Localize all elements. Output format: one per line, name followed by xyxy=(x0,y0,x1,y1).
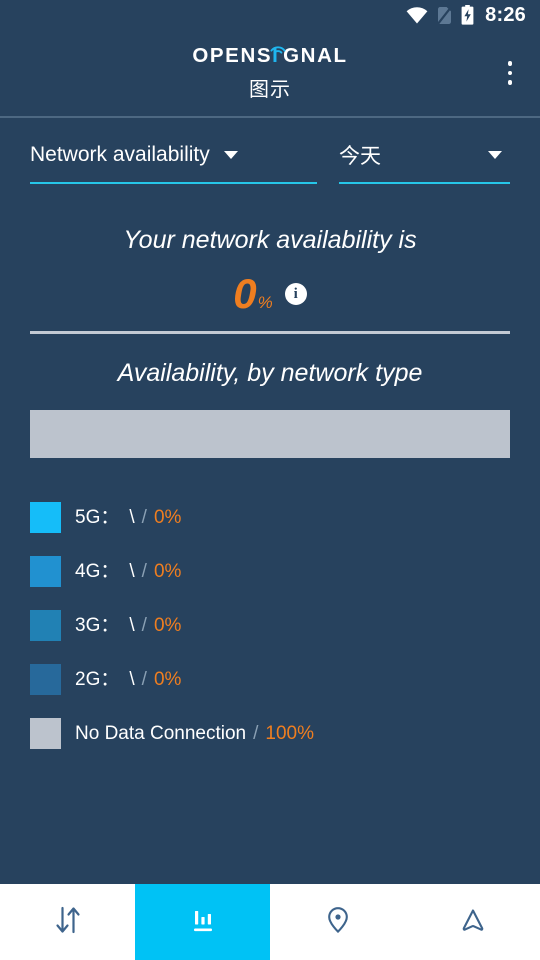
legend-percent-value: 0% xyxy=(153,614,182,636)
nav-item-coverage-map[interactable] xyxy=(270,884,405,960)
metric-dropdown[interactable]: Network availability xyxy=(30,128,317,184)
nav-item-charts[interactable] xyxy=(135,884,270,960)
legend-swatch xyxy=(30,663,61,695)
legend-separator: / xyxy=(141,668,147,690)
network-type-legend: 5G： \/0% 4G： \/0% 3G： \/0% 2G： \/0% No Data Conn… xyxy=(30,490,510,760)
legend-colon: ： xyxy=(100,614,120,636)
legend-swatch xyxy=(30,609,61,641)
main-content: Your network availability is 0 % i Avail… xyxy=(0,194,540,882)
legend-speed-value: \ xyxy=(129,614,135,636)
chevron-down-icon xyxy=(223,151,238,159)
logo-text-suffix: GNAL xyxy=(283,44,348,67)
filter-bar: Network availability 今天 xyxy=(0,118,540,194)
legend-percent-value: 100% xyxy=(265,722,314,744)
legend-text: No Data Connection / 100% xyxy=(75,724,314,743)
availability-headline: Your network availability is xyxy=(123,226,417,254)
legend-separator: / xyxy=(141,506,147,528)
speed-test-icon xyxy=(53,904,83,941)
legend-row[interactable]: 3G： \ / 0% xyxy=(30,598,510,652)
legend-text: 4G： \ / 0% xyxy=(75,562,181,581)
legend-percent-value: 0% xyxy=(153,506,182,528)
chart-section-title: Availability, by network type xyxy=(117,359,423,387)
logo-signal-i: I xyxy=(270,44,286,70)
availability-stacked-bar xyxy=(30,410,510,458)
opensignal-logo: OPENS I GNAL xyxy=(192,44,347,68)
navigation-arrow-icon xyxy=(458,904,488,941)
legend-row[interactable]: No Data Connection / 100% xyxy=(30,706,510,760)
overflow-dot xyxy=(507,70,513,76)
legend-text: 2G： \ / 0% xyxy=(75,670,181,689)
legend-network-name: 3G xyxy=(75,614,101,636)
legend-network-name: 5G xyxy=(75,506,101,528)
legend-percent-value: 0% xyxy=(153,668,182,690)
wifi-icon xyxy=(406,6,428,24)
availability-value-row: 0 % i xyxy=(30,273,510,315)
bottom-navigation xyxy=(0,882,540,960)
period-dropdown-label: 今天 xyxy=(339,145,381,168)
bar-chart-icon xyxy=(188,904,218,941)
period-dropdown[interactable]: 今天 xyxy=(339,128,510,184)
legend-network-name: 4G xyxy=(75,560,101,582)
legend-swatch xyxy=(30,501,61,533)
legend-row[interactable]: 2G： \ / 0% xyxy=(30,652,510,706)
availability-value: 0 xyxy=(233,270,257,317)
no-sim-icon xyxy=(437,6,452,25)
overflow-menu-icon[interactable] xyxy=(490,51,530,95)
legend-colon: ： xyxy=(100,506,120,528)
overflow-dot xyxy=(507,80,513,85)
legend-speed-value: \ xyxy=(129,506,135,528)
legend-colon: ： xyxy=(100,668,120,690)
legend-text: 5G： \ / 0% xyxy=(75,508,181,527)
app-header: OPENS I GNAL 图示 xyxy=(0,30,540,116)
status-bar: 8:26 xyxy=(0,0,540,30)
legend-network-name: No Data Connection xyxy=(75,722,247,744)
legend-text: 3G： \ / 0% xyxy=(75,616,181,635)
nav-item-speed-test[interactable] xyxy=(0,884,135,960)
legend-network-name: 2G xyxy=(75,668,101,690)
info-icon[interactable]: i xyxy=(284,283,307,305)
legend-speed-value: \ xyxy=(129,560,135,582)
legend-swatch xyxy=(30,555,61,587)
chevron-down-icon xyxy=(488,151,502,159)
battery-charging-icon xyxy=(461,5,474,25)
section-divider xyxy=(30,331,510,334)
legend-speed-value: \ xyxy=(129,668,135,690)
page-title: 图示 xyxy=(249,79,291,101)
stacked-bar-segment xyxy=(30,410,510,458)
overflow-dot xyxy=(507,61,513,66)
legend-row[interactable]: 4G： \ / 0% xyxy=(30,544,510,598)
legend-colon: ： xyxy=(100,560,120,582)
legend-percent-value: 0% xyxy=(153,560,182,582)
legend-swatch xyxy=(30,717,61,749)
legend-separator: / xyxy=(253,722,259,744)
logo-text-prefix: OPENS xyxy=(192,44,273,67)
signal-wave-icon xyxy=(269,38,287,62)
legend-row[interactable]: 5G： \ / 0% xyxy=(30,490,510,544)
legend-separator: / xyxy=(141,560,147,582)
status-bar-clock: 8:26 xyxy=(485,4,526,26)
info-icon-glyph: i xyxy=(293,285,298,302)
legend-separator: / xyxy=(141,614,147,636)
metric-dropdown-label: Network availability xyxy=(30,143,210,166)
app-root: 8:26 OPENS I GNAL 图示 Network availabilit… xyxy=(0,0,540,960)
nav-item-navigation[interactable] xyxy=(405,884,540,960)
availability-unit: % xyxy=(257,293,273,312)
location-pin-icon xyxy=(323,904,353,941)
